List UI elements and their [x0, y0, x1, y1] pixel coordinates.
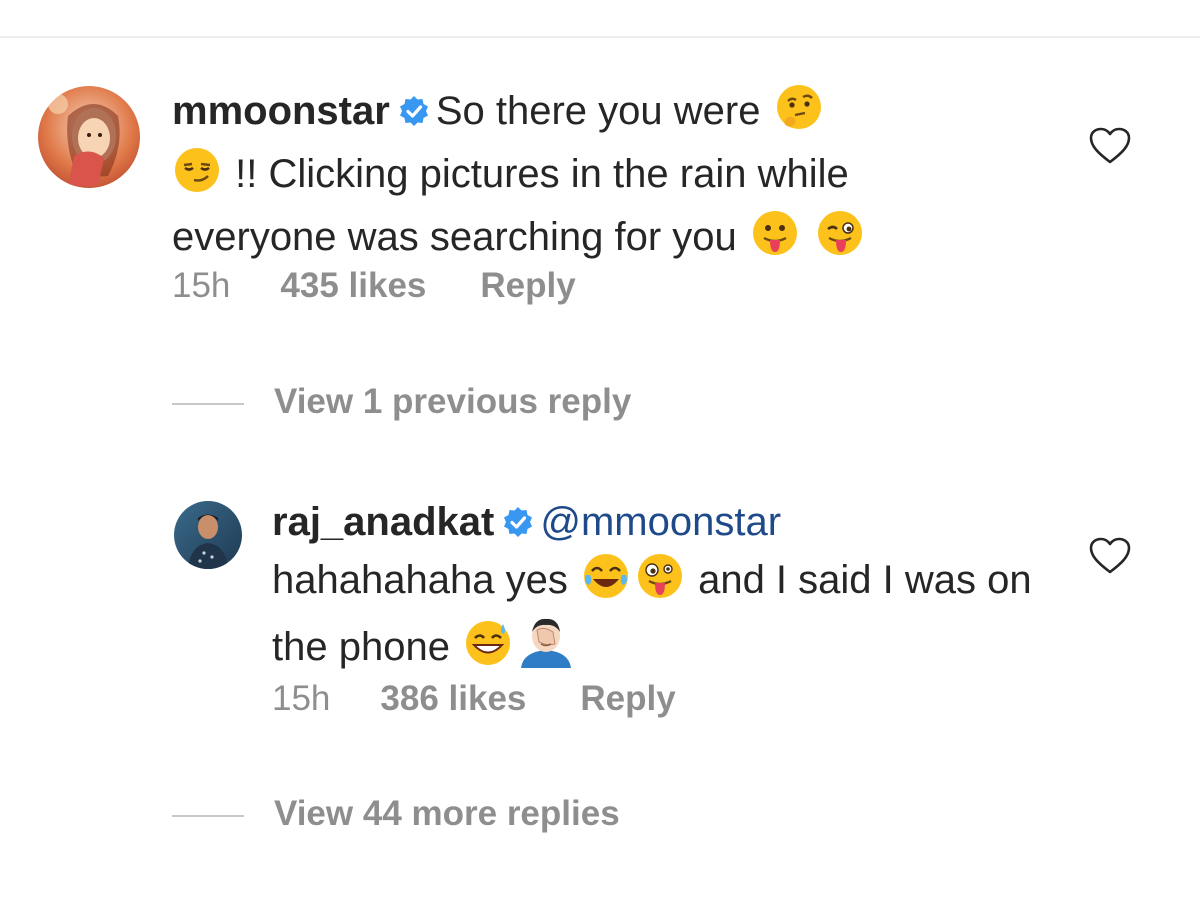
comment-time: 15h	[172, 266, 231, 305]
profile-photo-icon	[174, 501, 242, 569]
avatar-mmoonstar[interactable]	[38, 86, 140, 188]
reply-time: 15h	[272, 679, 331, 718]
thinking-face-icon	[774, 82, 824, 145]
comment-likes[interactable]: 435 likes	[280, 266, 426, 306]
comment-body: mmoonstar So there you were !! Clicking p…	[172, 82, 992, 271]
view-more-replies-label[interactable]: View 44 more replies	[274, 794, 620, 833]
comment-username[interactable]: mmoonstar	[172, 89, 390, 133]
zany-face-icon	[635, 551, 685, 614]
reply-text-part1: hahahahaha yes	[272, 558, 568, 602]
reply-reply-button[interactable]: Reply	[580, 679, 675, 719]
tears-of-joy-face-icon	[581, 551, 631, 614]
divider-line	[172, 814, 244, 817]
view-previous-replies[interactable]: View 1 previous reply	[172, 382, 631, 422]
view-previous-replies-label[interactable]: View 1 previous reply	[274, 382, 631, 421]
view-more-replies[interactable]: View 44 more replies	[172, 794, 620, 834]
comment-text-part2: !! Clicking pictures in the rain while e…	[172, 152, 849, 259]
winking-tongue-face-icon	[815, 208, 865, 271]
reply-meta: 15h 386 likes Reply	[272, 679, 676, 719]
like-heart-icon[interactable]	[1088, 536, 1132, 576]
facepalm-person-icon	[517, 614, 575, 681]
comments-thread: mmoonstar So there you were !! Clicking p…	[0, 0, 1200, 900]
reply-body: raj_anadkat @mmoonstar hahahahaha yes and…	[272, 496, 1032, 681]
reply-mention-link[interactable]: @mmoonstar	[540, 500, 781, 544]
sweat-smile-face-icon	[463, 618, 513, 681]
comment-text-part1: So there you were	[435, 89, 761, 133]
tongue-out-face-icon	[750, 208, 800, 271]
reply-likes[interactable]: 386 likes	[380, 679, 526, 719]
comment-reply-button[interactable]: Reply	[480, 266, 575, 306]
divider-line	[172, 402, 244, 405]
like-heart-icon[interactable]	[1088, 126, 1132, 166]
comment-meta: 15h 435 likes Reply	[172, 266, 576, 306]
top-divider	[0, 36, 1200, 38]
smirking-face-icon	[172, 145, 222, 208]
verified-badge-icon	[398, 88, 430, 140]
verified-badge-icon	[502, 499, 534, 551]
avatar-raj-anadkat[interactable]	[174, 501, 242, 569]
profile-photo-icon	[38, 86, 140, 188]
reply-username[interactable]: raj_anadkat	[272, 500, 494, 544]
